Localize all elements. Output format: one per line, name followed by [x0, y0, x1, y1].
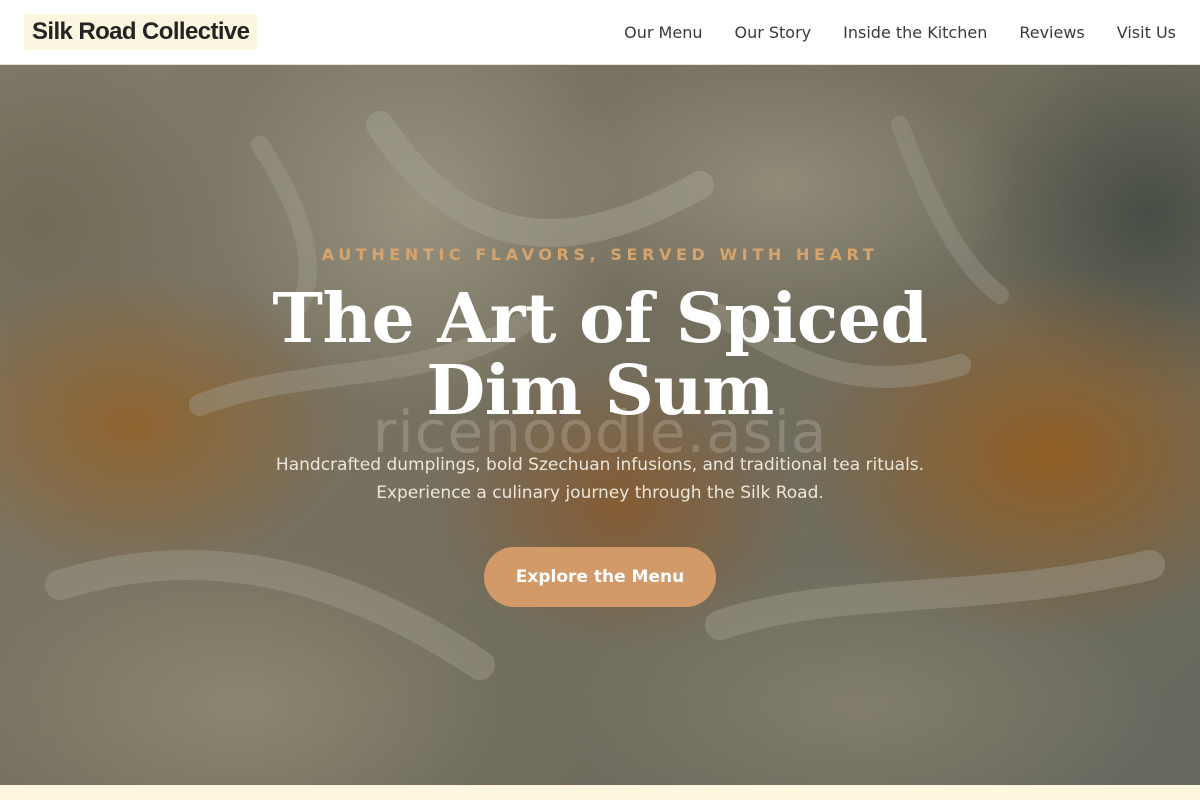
hero-section: AUTHENTIC FLAVORS, SERVED WITH HEART The…	[0, 65, 1200, 785]
nav-item-our-menu: Our Menu	[624, 23, 702, 42]
nav-link-visit-us[interactable]: Visit Us	[1117, 23, 1176, 42]
main-nav: Our Menu Our Story Inside the Kitchen Re…	[624, 23, 1176, 42]
nav-link-our-story[interactable]: Our Story	[734, 23, 811, 42]
nav-item-visit-us: Visit Us	[1117, 23, 1176, 42]
hero-eyebrow: AUTHENTIC FLAVORS, SERVED WITH HEART	[321, 245, 879, 264]
hero-subtitle: Handcrafted dumplings, bold Szechuan inf…	[275, 455, 925, 503]
next-section-edge	[0, 785, 1200, 800]
explore-menu-button[interactable]: Explore the Menu	[484, 547, 716, 607]
nav-link-our-menu[interactable]: Our Menu	[624, 23, 702, 42]
nav-item-our-story: Our Story	[734, 23, 811, 42]
nav-item-reviews: Reviews	[1019, 23, 1084, 42]
site-header: Silk Road Collective Our Menu Our Story …	[0, 0, 1200, 65]
brand-logo[interactable]: Silk Road Collective	[24, 14, 258, 50]
hero-content: AUTHENTIC FLAVORS, SERVED WITH HEART The…	[0, 65, 1200, 785]
nav-link-reviews[interactable]: Reviews	[1019, 23, 1084, 42]
nav-item-inside-the-kitchen: Inside the Kitchen	[843, 23, 987, 42]
nav-link-inside-the-kitchen[interactable]: Inside the Kitchen	[843, 23, 987, 42]
